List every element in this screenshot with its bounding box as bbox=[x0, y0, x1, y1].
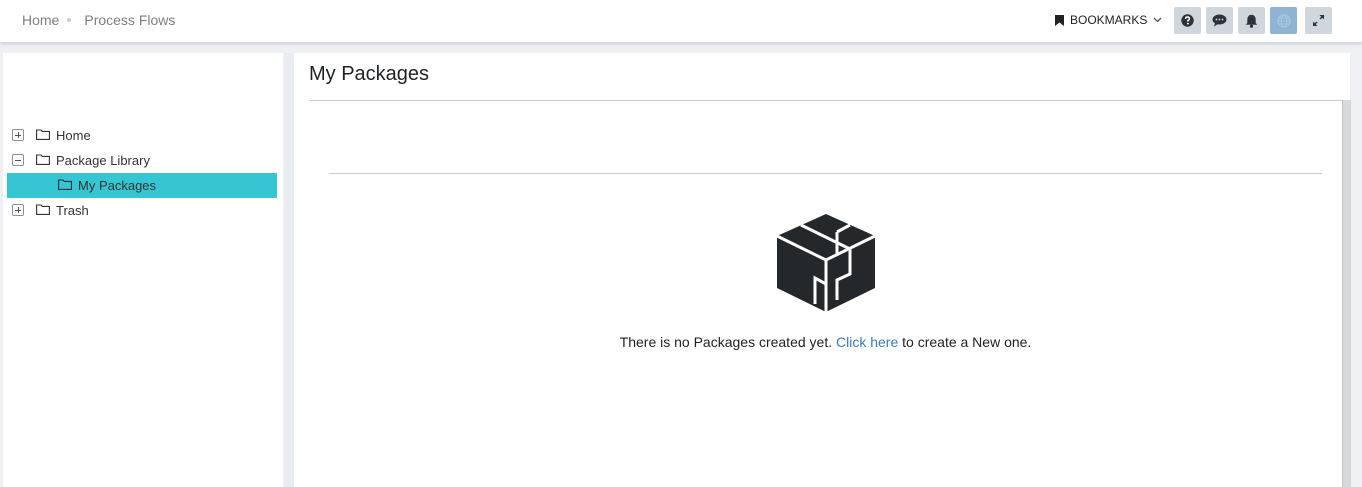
package-icon bbox=[776, 214, 876, 312]
main-panel: My Packages There is no Packages created… bbox=[294, 53, 1350, 487]
notifications-button[interactable] bbox=[1238, 7, 1265, 34]
expand-icon bbox=[1313, 15, 1324, 26]
help-icon bbox=[1181, 14, 1194, 27]
folder-icon bbox=[58, 179, 72, 190]
tree-item-package-library[interactable]: Package Library bbox=[7, 148, 283, 173]
vertical-scrollbar[interactable] bbox=[1342, 100, 1351, 487]
tree-item-label: Home bbox=[56, 128, 91, 143]
chat-button[interactable] bbox=[1206, 7, 1233, 34]
bell-icon bbox=[1245, 14, 1258, 28]
tree-item-label: My Packages bbox=[78, 178, 157, 193]
panel-splitter[interactable] bbox=[285, 53, 294, 487]
globe-icon bbox=[1276, 13, 1291, 28]
folder-tree: Home Package Library My Packages Trash bbox=[7, 123, 283, 223]
folder-icon bbox=[36, 204, 50, 215]
globe-button[interactable] bbox=[1270, 7, 1297, 34]
folder-icon bbox=[36, 129, 50, 140]
fullscreen-button[interactable] bbox=[1305, 7, 1332, 34]
breadcrumb-process-flows[interactable]: Process Flows bbox=[84, 12, 175, 28]
tree-item-label: Package Library bbox=[56, 153, 150, 168]
tree-item-my-packages[interactable]: My Packages bbox=[7, 173, 277, 198]
help-button[interactable] bbox=[1174, 7, 1201, 34]
create-package-link[interactable]: Click here bbox=[836, 334, 898, 350]
empty-state-text: There is no Packages created yet. bbox=[619, 334, 836, 350]
top-bar: Home Process Flows BOOKMARKS bbox=[0, 0, 1362, 43]
expand-icon[interactable] bbox=[12, 129, 24, 141]
breadcrumb: Home Process Flows bbox=[22, 12, 175, 28]
tree-item-label: Trash bbox=[56, 203, 89, 218]
chevron-down-icon bbox=[1153, 17, 1162, 23]
empty-state-message: There is no Packages created yet. Click … bbox=[294, 334, 1357, 350]
content-divider bbox=[329, 173, 1322, 174]
bookmarks-label: BOOKMARKS bbox=[1070, 13, 1148, 27]
expand-icon[interactable] bbox=[12, 204, 24, 216]
collapse-icon[interactable] bbox=[12, 154, 24, 166]
tree-item-home[interactable]: Home bbox=[7, 123, 283, 148]
breadcrumb-separator bbox=[67, 18, 72, 22]
title-divider bbox=[309, 100, 1342, 101]
bookmarks-dropdown[interactable]: BOOKMARKS bbox=[1055, 13, 1168, 27]
tree-item-trash[interactable]: Trash bbox=[7, 198, 283, 223]
empty-state-text-end: to create a New one. bbox=[898, 334, 1032, 350]
breadcrumb-home[interactable]: Home bbox=[22, 12, 59, 28]
folder-tree-panel: Home Package Library My Packages Trash bbox=[3, 53, 283, 487]
page-title: My Packages bbox=[309, 63, 430, 85]
chat-icon bbox=[1212, 14, 1227, 27]
folder-icon bbox=[36, 154, 50, 165]
bookmark-icon bbox=[1055, 14, 1064, 26]
